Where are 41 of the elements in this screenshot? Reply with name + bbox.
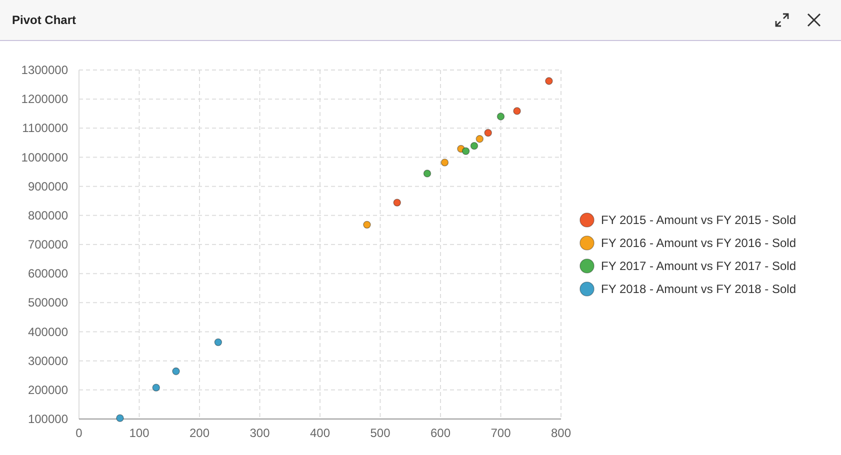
tick-label: 500 [370, 426, 390, 440]
tick-label: 800000 [28, 208, 68, 222]
data-point [393, 198, 402, 207]
tick-label: 300 [250, 426, 270, 440]
data-point [496, 112, 505, 120]
tick-label: 600 [430, 426, 451, 440]
data-point [116, 414, 124, 422]
tick-label: 1100000 [22, 121, 68, 136]
tick-label: 600000 [28, 266, 68, 281]
tick-label: 400 [310, 426, 330, 440]
tick-label: 1000000 [21, 150, 68, 164]
tick-label: 300000 [28, 354, 68, 368]
data-point [152, 384, 160, 392]
tick-label: 200000 [28, 382, 68, 397]
legend-label: FY 2017 - Amount vs FY 2017 - Sold [601, 259, 796, 273]
tick-label: 400000 [28, 324, 68, 339]
tick-label: 700000 [28, 238, 68, 252]
tick-label: 1200000 [21, 92, 68, 106]
data-point [462, 147, 470, 156]
data-point [513, 107, 521, 115]
tick-label: 500000 [28, 296, 68, 310]
legend-label: FY 2015 - Amount vs FY 2015 - Sold [601, 213, 796, 227]
expand-icon[interactable] [773, 11, 791, 29]
tick-label: 700 [490, 426, 511, 440]
legend-label: FY 2018 - Amount vs FY 2018 - Sold [601, 282, 796, 296]
close-icon[interactable] [805, 11, 823, 29]
tick-label: 900000 [28, 179, 68, 194]
data-point [545, 77, 553, 85]
window-title: Pivot Chart [12, 13, 78, 27]
data-point [172, 367, 180, 376]
data-point [440, 158, 449, 166]
tick-label: 0 [76, 426, 82, 440]
tick-label: 100000 [28, 412, 68, 426]
tick-label: 100 [129, 426, 150, 440]
tick-label: 800 [550, 426, 572, 440]
data-point [363, 220, 371, 229]
data-point [214, 338, 222, 346]
tick-label: 200 [189, 426, 210, 440]
data-point [423, 170, 432, 178]
tick-label: 1300000 [21, 63, 68, 77]
legend-label: FY 2016 - Amount vs FY 2016 - Sold [601, 236, 796, 250]
